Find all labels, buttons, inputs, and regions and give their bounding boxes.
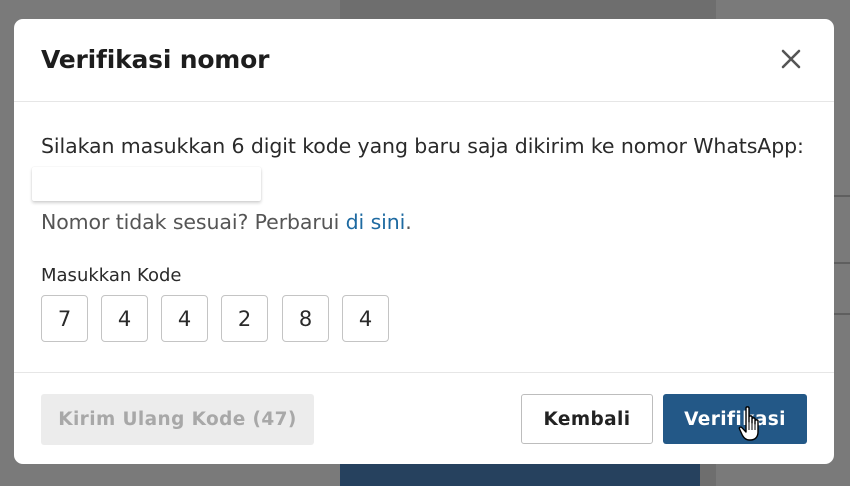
background-divider: [834, 262, 850, 264]
number-mismatch-text: Nomor tidak sesuai? Perbarui di sini.: [41, 210, 412, 234]
code-digit-input[interactable]: 2: [221, 295, 268, 342]
verification-dialog: Verifikasi nomor Silakan masukkan 6 digi…: [14, 19, 834, 464]
code-digit-input[interactable]: 4: [342, 295, 389, 342]
code-digit-input[interactable]: 4: [161, 295, 208, 342]
verify-button[interactable]: Verifikasi: [663, 394, 807, 444]
dialog-footer: Kirim Ulang Kode (47) Kembali Verifikasi: [14, 372, 834, 464]
code-digit-input[interactable]: 7: [41, 295, 88, 342]
close-button[interactable]: [774, 43, 808, 75]
dialog-title: Verifikasi nomor: [41, 45, 270, 74]
background-divider: [834, 195, 850, 197]
mismatch-label: Nomor tidak sesuai? Perbarui: [41, 210, 346, 234]
code-digit-input[interactable]: 8: [282, 295, 329, 342]
instruction-text: Silakan masukkan 6 digit kode yang baru …: [41, 134, 804, 158]
update-number-link[interactable]: di sini: [346, 210, 406, 234]
phone-number-display: [32, 167, 261, 201]
close-icon: [781, 49, 801, 69]
mismatch-period: .: [405, 210, 412, 234]
code-digit-input[interactable]: 4: [101, 295, 148, 342]
dialog-header: Verifikasi nomor: [14, 19, 834, 102]
background-divider: [834, 313, 850, 315]
back-button[interactable]: Kembali: [521, 394, 653, 444]
resend-code-button[interactable]: Kirim Ulang Kode (47): [41, 394, 314, 445]
code-label: Masukkan Kode: [41, 265, 182, 286]
